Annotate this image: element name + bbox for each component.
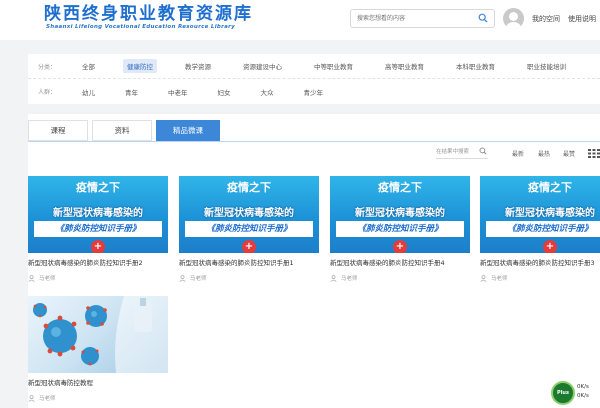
search-box (350, 9, 495, 28)
sort-hottest[interactable]: 最热 (538, 149, 550, 158)
thumb-headline: 疫情之下 (227, 181, 271, 194)
thumb-subtitle: 新型冠状病毒感染的 (355, 208, 445, 219)
tab-courses[interactable]: 课程 (28, 120, 88, 141)
thumb-manual-title: 《肺炎防控知识手册》 (34, 221, 162, 237)
author-name: 马老师 (491, 276, 508, 282)
tab-materials[interactable]: 资料 (92, 120, 152, 141)
my-space-link[interactable]: 我的空间 (532, 14, 560, 24)
virus-illustration (33, 296, 168, 373)
network-speed-readout: 0K/s 0K/s (577, 383, 589, 401)
help-link[interactable]: 使用说明 (568, 14, 596, 24)
user-icon (28, 394, 35, 402)
card-title[interactable]: 新型冠状病毒防控教程 (28, 379, 168, 388)
card-author: 马老师 (28, 394, 168, 402)
medical-cross-icon: + (91, 240, 105, 253)
course-card[interactable]: 疫情之下 新型冠状病毒感染的 《肺炎防控知识手册》 + 新型冠状病毒感染的肺炎防… (330, 176, 470, 282)
card-author: 马老师 (330, 274, 470, 282)
thumb-headline: 疫情之下 (378, 181, 422, 194)
upload-speed: 0K/s (577, 384, 589, 390)
category-all[interactable]: 全部 (78, 59, 99, 73)
card-author: 马老师 (179, 274, 319, 282)
tab-micro-lessons[interactable]: 精品微课 (156, 120, 220, 141)
author-name: 马老师 (39, 396, 56, 402)
author-name: 马老师 (190, 276, 207, 282)
course-card[interactable]: 疫情之下 新型冠状病毒感染的 《肺炎防控知识手册》 + 新型冠状病毒感染的肺炎防… (28, 176, 168, 282)
category-filter-label: 分类： (38, 63, 57, 71)
logo-english-title: Shaanxi Lifelong Vocational Education Re… (46, 24, 236, 30)
audience-public[interactable]: 大众 (257, 85, 278, 99)
card-thumbnail[interactable] (28, 296, 168, 373)
audience-filter-label: 人群： (38, 89, 57, 96)
thumb-manual-title: 《肺炎防控知识手册》 (486, 221, 600, 237)
content-panel: 课程 资料 精品微课 在结果中搜索 最新 最热 最赞 疫情之下 新型冠状病毒感染… (28, 114, 600, 408)
category-higher-vocational[interactable]: 高等职业教育 (381, 59, 428, 73)
user-icon (480, 274, 487, 282)
user-icon (28, 274, 35, 282)
card-author: 马老师 (480, 274, 600, 282)
thumb-manual-title: 《肺炎防控知识手册》 (185, 221, 313, 237)
site-logo[interactable]: 陕西终身职业教育资源库 Shaanxi Lifelong Vocational … (44, 4, 253, 30)
audience-teens[interactable]: 青少年 (300, 85, 328, 99)
category-skills-training[interactable]: 职业技能培训 (523, 59, 570, 73)
download-speed: 0K/s (577, 393, 589, 399)
card-title[interactable]: 新型冠状病毒感染的肺炎防控知识手册3 (480, 259, 600, 268)
network-speed-badge[interactable]: Plus (551, 381, 575, 405)
tab-underline (28, 141, 600, 142)
card-title[interactable]: 新型冠状病毒感染的肺炎防控知识手册4 (330, 259, 470, 268)
sort-bar: 在结果中搜索 最新 最热 最赞 (28, 144, 600, 164)
course-card[interactable]: 疫情之下 新型冠状病毒感染的 《肺炎防控知识手册》 + 新型冠状病毒感染的肺炎防… (480, 176, 600, 282)
thumb-headline: 疫情之下 (528, 181, 572, 194)
author-name: 马老师 (39, 276, 56, 282)
thumb-subtitle: 新型冠状病毒感染的 (53, 208, 143, 219)
sort-most-liked[interactable]: 最赞 (563, 149, 575, 158)
grid-view-icon[interactable] (588, 149, 600, 158)
search-input[interactable] (351, 10, 471, 27)
audience-women[interactable]: 妇女 (214, 85, 235, 99)
content-tabs: 课程 资料 精品微课 (28, 120, 224, 141)
card-thumbnail[interactable]: 疫情之下 新型冠状病毒感染的 《肺炎防控知识手册》 + (179, 176, 319, 253)
audience-children[interactable]: 幼儿 (78, 85, 99, 99)
category-filter-row: 分类： 全部 健康防控 教学资源 资源建设中心 中等职业教育 高等职业教育 本科… (28, 54, 600, 79)
audience-elderly[interactable]: 中老年 (164, 85, 192, 99)
medical-cross-icon: + (393, 240, 407, 253)
audience-filter-row: 人群： 幼儿 青年 中老年 妇女 大众 青少年 (28, 79, 600, 104)
author-name: 马老师 (341, 276, 358, 282)
logo-chinese-title: 陕西终身职业教育资源库 (44, 4, 253, 24)
category-health-prevention[interactable]: 健康防控 (123, 59, 157, 73)
thumb-headline: 疫情之下 (76, 181, 120, 194)
medical-cross-icon: + (242, 240, 256, 253)
card-title[interactable]: 新型冠状病毒感染的肺炎防控知识手册1 (179, 259, 319, 268)
category-undergrad-vocational[interactable]: 本科职业教育 (452, 59, 499, 73)
thumb-subtitle: 新型冠状病毒感染的 (204, 208, 294, 219)
category-secondary-vocational[interactable]: 中等职业教育 (310, 59, 357, 73)
thumb-subtitle: 新型冠状病毒感染的 (505, 208, 595, 219)
category-resource-center[interactable]: 资源建设中心 (239, 59, 286, 73)
search-icon[interactable] (478, 13, 488, 23)
user-avatar[interactable] (503, 8, 524, 29)
user-icon (179, 274, 186, 282)
thumb-manual-title: 《肺炎防控知识手册》 (336, 221, 464, 237)
course-card[interactable]: 新型冠状病毒防控教程 马老师 (28, 296, 168, 402)
card-thumbnail[interactable]: 疫情之下 新型冠状病毒感染的 《肺炎防控知识手册》 + (28, 176, 168, 253)
card-title[interactable]: 新型冠状病毒感染的肺炎防控知识手册2 (28, 259, 168, 268)
category-teaching-resources[interactable]: 教学资源 (181, 59, 215, 73)
sort-newest[interactable]: 最新 (512, 149, 524, 158)
card-thumbnail[interactable]: 疫情之下 新型冠状病毒感染的 《肺炎防控知识手册》 + (330, 176, 470, 253)
card-author: 马老师 (28, 274, 168, 282)
search-icon[interactable] (479, 147, 487, 155)
medical-cross-icon: + (543, 240, 557, 253)
site-header: 陕西终身职业教育资源库 Shaanxi Lifelong Vocational … (0, 0, 600, 40)
user-icon (330, 274, 337, 282)
audience-youth[interactable]: 青年 (121, 85, 142, 99)
filter-panel: 分类： 全部 健康防控 教学资源 资源建设中心 中等职业教育 高等职业教育 本科… (28, 54, 600, 104)
card-thumbnail[interactable]: 疫情之下 新型冠状病毒感染的 《肺炎防控知识手册》 + (480, 176, 600, 253)
course-card[interactable]: 疫情之下 新型冠状病毒感染的 《肺炎防控知识手册》 + 新型冠状病毒感染的肺炎防… (179, 176, 319, 282)
